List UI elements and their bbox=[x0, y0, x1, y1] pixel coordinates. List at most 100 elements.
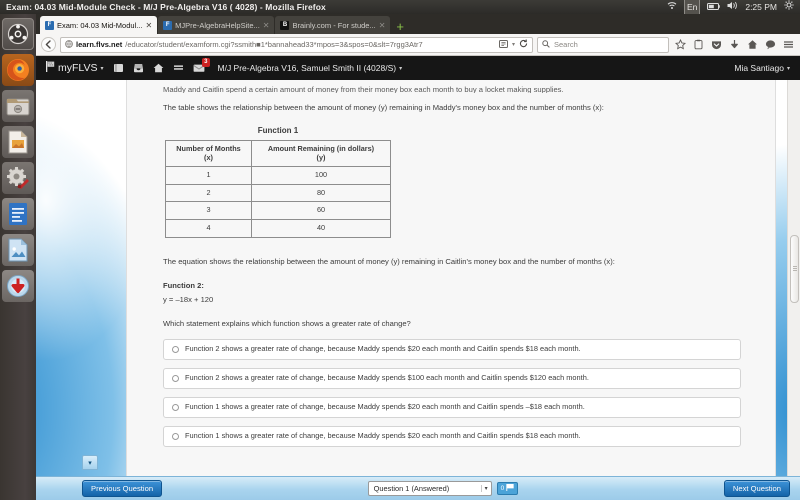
radio-button[interactable] bbox=[172, 403, 179, 411]
tab-helpsite[interactable]: F MJPre-AlgebraHelpSite... ✕ bbox=[158, 16, 275, 34]
home-icon[interactable] bbox=[745, 38, 759, 52]
myflvs-logo[interactable]: myFLVS ▾ bbox=[46, 61, 104, 75]
answer-choice-2[interactable]: Function 2 shows a greater rate of chang… bbox=[163, 367, 741, 389]
reload-icon[interactable] bbox=[519, 39, 528, 50]
chevron-down-icon[interactable]: ▾ bbox=[480, 485, 488, 492]
user-name-label: Mia Santiago bbox=[734, 63, 784, 73]
tab-close-icon[interactable]: ✕ bbox=[379, 21, 386, 30]
question-selector-dropdown[interactable]: Question 1 (Answered) ▾ bbox=[367, 481, 492, 496]
software-updater-icon[interactable] bbox=[2, 270, 34, 302]
mail-icon[interactable]: 3 bbox=[192, 58, 210, 73]
course-title[interactable]: M/J Pre-Algebra V16, Samuel Smith II (40… bbox=[218, 63, 403, 73]
answer-choice-1[interactable]: Function 2 shows a greater rate of chang… bbox=[163, 338, 741, 360]
function2-label: Function 2: bbox=[163, 280, 204, 290]
exam-page: Maddy and Caitlin spend a certain amount… bbox=[36, 80, 800, 500]
firefox-icon[interactable] bbox=[2, 54, 34, 86]
radio-button[interactable] bbox=[172, 432, 179, 440]
reader-clipboard-icon[interactable] bbox=[691, 38, 705, 52]
answer-choice-label: Function 1 shows a greater rate of chang… bbox=[185, 401, 585, 411]
navigation-toolbar: learn.flvs.net/educator/student/examform… bbox=[36, 34, 800, 56]
tab-label: MJPre-AlgebraHelpSite... bbox=[175, 20, 260, 30]
image-viewer-icon[interactable] bbox=[2, 234, 34, 266]
answer-choice-4[interactable]: Function 1 shows a greater rate of chang… bbox=[163, 425, 741, 447]
function1-table: Number of Months (x) Amount Remaining (i… bbox=[165, 139, 391, 238]
answer-choice-label: Function 2 shows a greater rate of chang… bbox=[185, 372, 589, 382]
search-input[interactable]: Search bbox=[537, 36, 669, 53]
table-cell-y: 60 bbox=[251, 201, 391, 221]
pocket-icon[interactable] bbox=[709, 38, 723, 52]
url-bar[interactable]: learn.flvs.net/educator/student/examform… bbox=[60, 36, 533, 53]
table-intro-text: The table shows the relationship between… bbox=[163, 103, 604, 112]
table-cell-y: 40 bbox=[251, 219, 391, 238]
tab-close-icon[interactable]: ✕ bbox=[263, 21, 270, 30]
battery-icon[interactable] bbox=[707, 0, 721, 14]
downloads-icon[interactable] bbox=[727, 38, 741, 52]
answer-choice-3[interactable]: Function 1 shows a greater rate of chang… bbox=[163, 396, 741, 418]
brainly-favicon: B bbox=[280, 20, 290, 30]
ubuntu-dash-icon[interactable] bbox=[2, 18, 34, 50]
page-scrollbar[interactable]: ▾ bbox=[787, 80, 800, 500]
writer-icon[interactable] bbox=[2, 198, 34, 230]
home-icon[interactable] bbox=[153, 63, 164, 73]
reader-mode-icon[interactable] bbox=[498, 39, 508, 50]
chevron-down-icon[interactable]: ▾ bbox=[512, 41, 515, 48]
question-selector-group: Question 1 (Answered) ▾ 0 bbox=[367, 481, 519, 496]
next-question-button[interactable]: Next Question bbox=[723, 480, 790, 497]
system-tray: En 2:25 PM bbox=[667, 0, 800, 15]
chevron-down-icon[interactable]: ▾ bbox=[787, 65, 790, 72]
search-icon bbox=[542, 39, 550, 50]
answer-choice-label: Function 1 shows a greater rate of chang… bbox=[185, 430, 581, 440]
system-settings-icon[interactable] bbox=[2, 162, 34, 194]
impress-icon[interactable] bbox=[2, 126, 34, 158]
rail-collapse-toggle[interactable]: ▾ bbox=[82, 455, 98, 470]
book-icon[interactable] bbox=[113, 63, 124, 73]
question-content: Maddy and Caitlin spend a certain amount… bbox=[126, 80, 776, 500]
user-menu[interactable]: Mia Santiago ▾ bbox=[734, 63, 790, 73]
next-question-group: Next Question bbox=[723, 480, 790, 497]
inbox-icon[interactable] bbox=[133, 63, 144, 73]
radio-button[interactable] bbox=[172, 345, 179, 353]
window-title: Exam: 04.03 Mid-Module Check - M/J Pre-A… bbox=[6, 2, 326, 12]
table-row: 1 100 bbox=[165, 166, 391, 185]
unity-launcher bbox=[0, 14, 36, 500]
tab-label: Brainly.com - For stude... bbox=[292, 20, 376, 30]
search-placeholder: Search bbox=[554, 40, 578, 49]
wifi-icon[interactable] bbox=[667, 0, 677, 14]
table-header-row: Number of Months (x) Amount Remaining (i… bbox=[165, 139, 391, 168]
scrollbar-thumb[interactable] bbox=[790, 235, 799, 303]
chevron-down-icon[interactable]: ▾ bbox=[100, 65, 103, 72]
url-host: learn.flvs.net bbox=[76, 40, 123, 49]
flvs-favicon: F bbox=[45, 20, 54, 30]
table-header-x: Number of Months (x) bbox=[165, 139, 252, 168]
clipped-intro-line: Maddy and Caitlin spend a certain amount… bbox=[163, 85, 564, 93]
gear-icon[interactable] bbox=[784, 0, 794, 14]
list-icon[interactable] bbox=[173, 63, 184, 73]
radio-button[interactable] bbox=[172, 374, 179, 382]
firefox-window: F Exam: 04.03 Mid-Modul... ✕ F MJPre-Alg… bbox=[36, 14, 800, 500]
tab-close-icon[interactable]: ✕ bbox=[145, 21, 152, 30]
flag-counter[interactable]: 0 bbox=[496, 482, 519, 495]
function2-equation: y = –18x + 120 bbox=[163, 294, 214, 304]
clock[interactable]: 2:25 PM bbox=[745, 0, 777, 14]
menu-hamburger-icon[interactable] bbox=[781, 38, 795, 52]
bookmark-star-icon[interactable] bbox=[673, 38, 687, 52]
chevron-down-icon[interactable]: ▾ bbox=[399, 65, 402, 72]
volume-icon[interactable] bbox=[727, 0, 738, 14]
tab-exam[interactable]: F Exam: 04.03 Mid-Modul... ✕ bbox=[40, 16, 158, 34]
previous-question-button[interactable]: Previous Question bbox=[82, 480, 163, 497]
table-cell-x: 2 bbox=[165, 183, 252, 203]
equation-intro-text: The equation shows the relationship betw… bbox=[163, 256, 615, 266]
files-icon[interactable] bbox=[2, 90, 34, 122]
question-prompt: Which statement explains which function … bbox=[163, 318, 411, 328]
flag-logo-icon bbox=[46, 61, 55, 75]
mail-badge-count: 3 bbox=[202, 58, 210, 67]
new-tab-button[interactable]: + bbox=[391, 20, 409, 34]
back-button[interactable] bbox=[41, 37, 56, 52]
tab-label: Exam: 04.03 Mid-Modul... bbox=[57, 20, 143, 30]
exam-footer-toolbar: Previous Question Question 1 (Answered) … bbox=[36, 476, 800, 500]
table-row: 2 80 bbox=[165, 183, 391, 203]
tab-brainly[interactable]: B Brainly.com - For stude... ✕ bbox=[275, 16, 391, 34]
url-path: /educator/student/examform.cgi?ssmith■1*… bbox=[125, 40, 423, 49]
keyboard-layout-indicator[interactable]: En bbox=[683, 0, 701, 15]
chat-icon[interactable] bbox=[763, 38, 777, 52]
